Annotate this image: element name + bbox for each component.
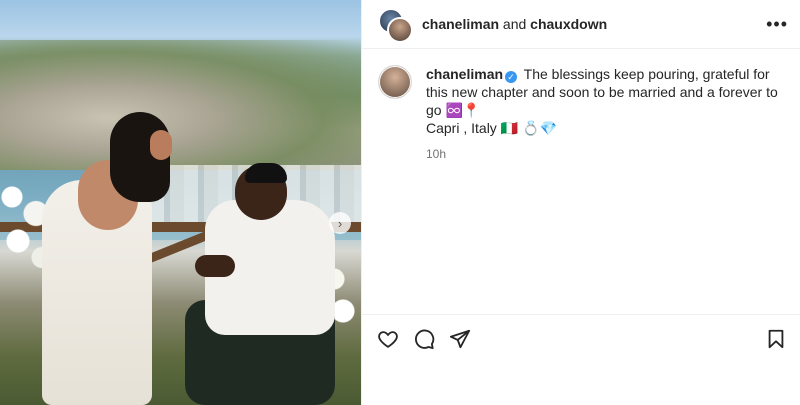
more-icon[interactable]: ••• — [766, 15, 788, 33]
photo-man-arm — [195, 255, 235, 277]
verified-badge-icon: ✓ — [505, 71, 518, 83]
chevron-right-icon[interactable]: › — [329, 212, 351, 234]
username-link[interactable]: chaneliman — [422, 16, 499, 32]
post-window: › chaneliman and chauxdown ••• chanelima… — [0, 0, 800, 405]
avatar[interactable] — [378, 65, 412, 99]
share-icon[interactable] — [448, 327, 472, 351]
action-bar — [362, 314, 800, 363]
photo-woman-face — [150, 130, 172, 160]
caption-username[interactable]: chaneliman — [426, 66, 503, 82]
collab-usernames: chaneliman and chauxdown — [422, 16, 766, 32]
and-text: and — [499, 16, 531, 32]
post-photo[interactable]: › — [0, 0, 361, 405]
collab-avatars[interactable] — [378, 8, 413, 43]
caption-location: Capri , Italy 🇮🇹 💍💎 — [426, 120, 557, 136]
username-link[interactable]: chauxdown — [530, 16, 607, 32]
heart-icon[interactable] — [376, 327, 400, 351]
photo-man-hair — [245, 163, 287, 183]
photo-cliffs — [0, 40, 361, 170]
caption-block: chaneliman ✓ The blessings keep pouring, … — [362, 49, 800, 161]
comment-icon[interactable] — [412, 327, 436, 351]
post-timestamp[interactable]: 10h — [426, 147, 786, 161]
post-details-panel: chaneliman and chauxdown ••• chaneliman ✓… — [361, 0, 800, 405]
post-header: chaneliman and chauxdown ••• — [362, 0, 800, 49]
bookmark-icon[interactable] — [764, 327, 788, 351]
avatar[interactable] — [387, 17, 413, 43]
caption-text: chaneliman ✓ The blessings keep pouring, … — [426, 65, 786, 137]
